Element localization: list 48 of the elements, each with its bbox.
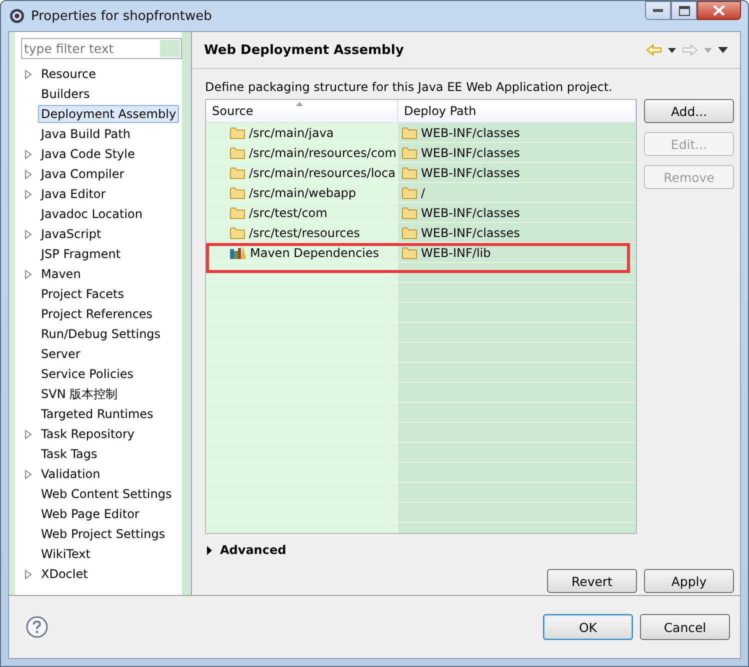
tree-item[interactable]: SVN 版本控制 [38,384,121,404]
description-text: Define packaging structure for this Java EE Web Application project. [205,80,614,94]
tree-item[interactable]: Run/Debug Settings [38,325,164,343]
tree-item[interactable]: Web Content Settings [38,485,175,503]
tree-item[interactable]: Task Tags [38,445,100,463]
table-cell: / [398,183,636,203]
tree-item[interactable]: Web Project Settings [38,525,168,543]
window-title: Properties for shopfrontweb [31,8,212,24]
tree-item[interactable]: Server [38,345,84,363]
table-cell: /src/main/resources/loca [206,163,398,183]
table-cell: WEB-INF/classes [398,203,636,223]
tree-item[interactable]: Java Editor [38,185,109,203]
tree-item[interactable]: XDoclet [38,565,91,583]
table-cell: WEB-INF/classes [398,163,636,183]
table-cell: /src/test/com [206,203,398,223]
tree-item[interactable]: Validation [38,465,104,483]
tree-item[interactable]: Task Repository [38,425,138,443]
table-cell: WEB-INF/classes [398,223,636,243]
dialog-button[interactable]: Cancel [640,614,730,640]
side-button[interactable]: Add... [644,99,734,123]
dialog-button[interactable]: OK [543,614,633,640]
tree-item[interactable]: Service Policies [38,365,137,383]
tree-item[interactable]: Maven [38,265,84,283]
table-cell: /src/main/java [206,123,398,143]
tree-item[interactable]: Project Facets [38,285,127,303]
tree-item[interactable]: Java Compiler [38,165,128,183]
tree-item[interactable]: JavaScript [38,225,104,243]
table-cell: /src/main/resources/com [206,143,398,163]
page-button[interactable]: Revert [547,569,637,593]
table-cell: /src/main/webapp [206,183,398,203]
table-cell: /src/test/resources [206,223,398,243]
page-button[interactable]: Apply [644,569,734,593]
filter-field[interactable]: type filter text [21,38,182,59]
tree-item[interactable]: Builders [38,85,93,103]
tree-item[interactable]: Targeted Runtimes [38,405,156,423]
tree-item[interactable]: Web Page Editor [38,505,142,523]
tree-item[interactable]: WikiText [38,545,94,563]
advanced-toggle[interactable]: Advanced [207,542,734,558]
page-title: Web Deployment Assembly [204,42,404,58]
tree-item[interactable]: Project References [38,305,156,323]
tree-item[interactable]: Deployment Assembly [38,105,180,123]
tree-item[interactable]: Resource [38,65,100,83]
tree-item[interactable]: JSP Fragment [38,245,124,263]
tree-item[interactable]: Java Code Style [38,145,138,163]
tree-item[interactable]: Javadoc Location [38,205,146,223]
table-cell: WEB-INF/classes [398,123,636,143]
table-cell: WEB-INF/classes [398,143,636,163]
tree-item[interactable]: Java Build Path [38,125,134,143]
